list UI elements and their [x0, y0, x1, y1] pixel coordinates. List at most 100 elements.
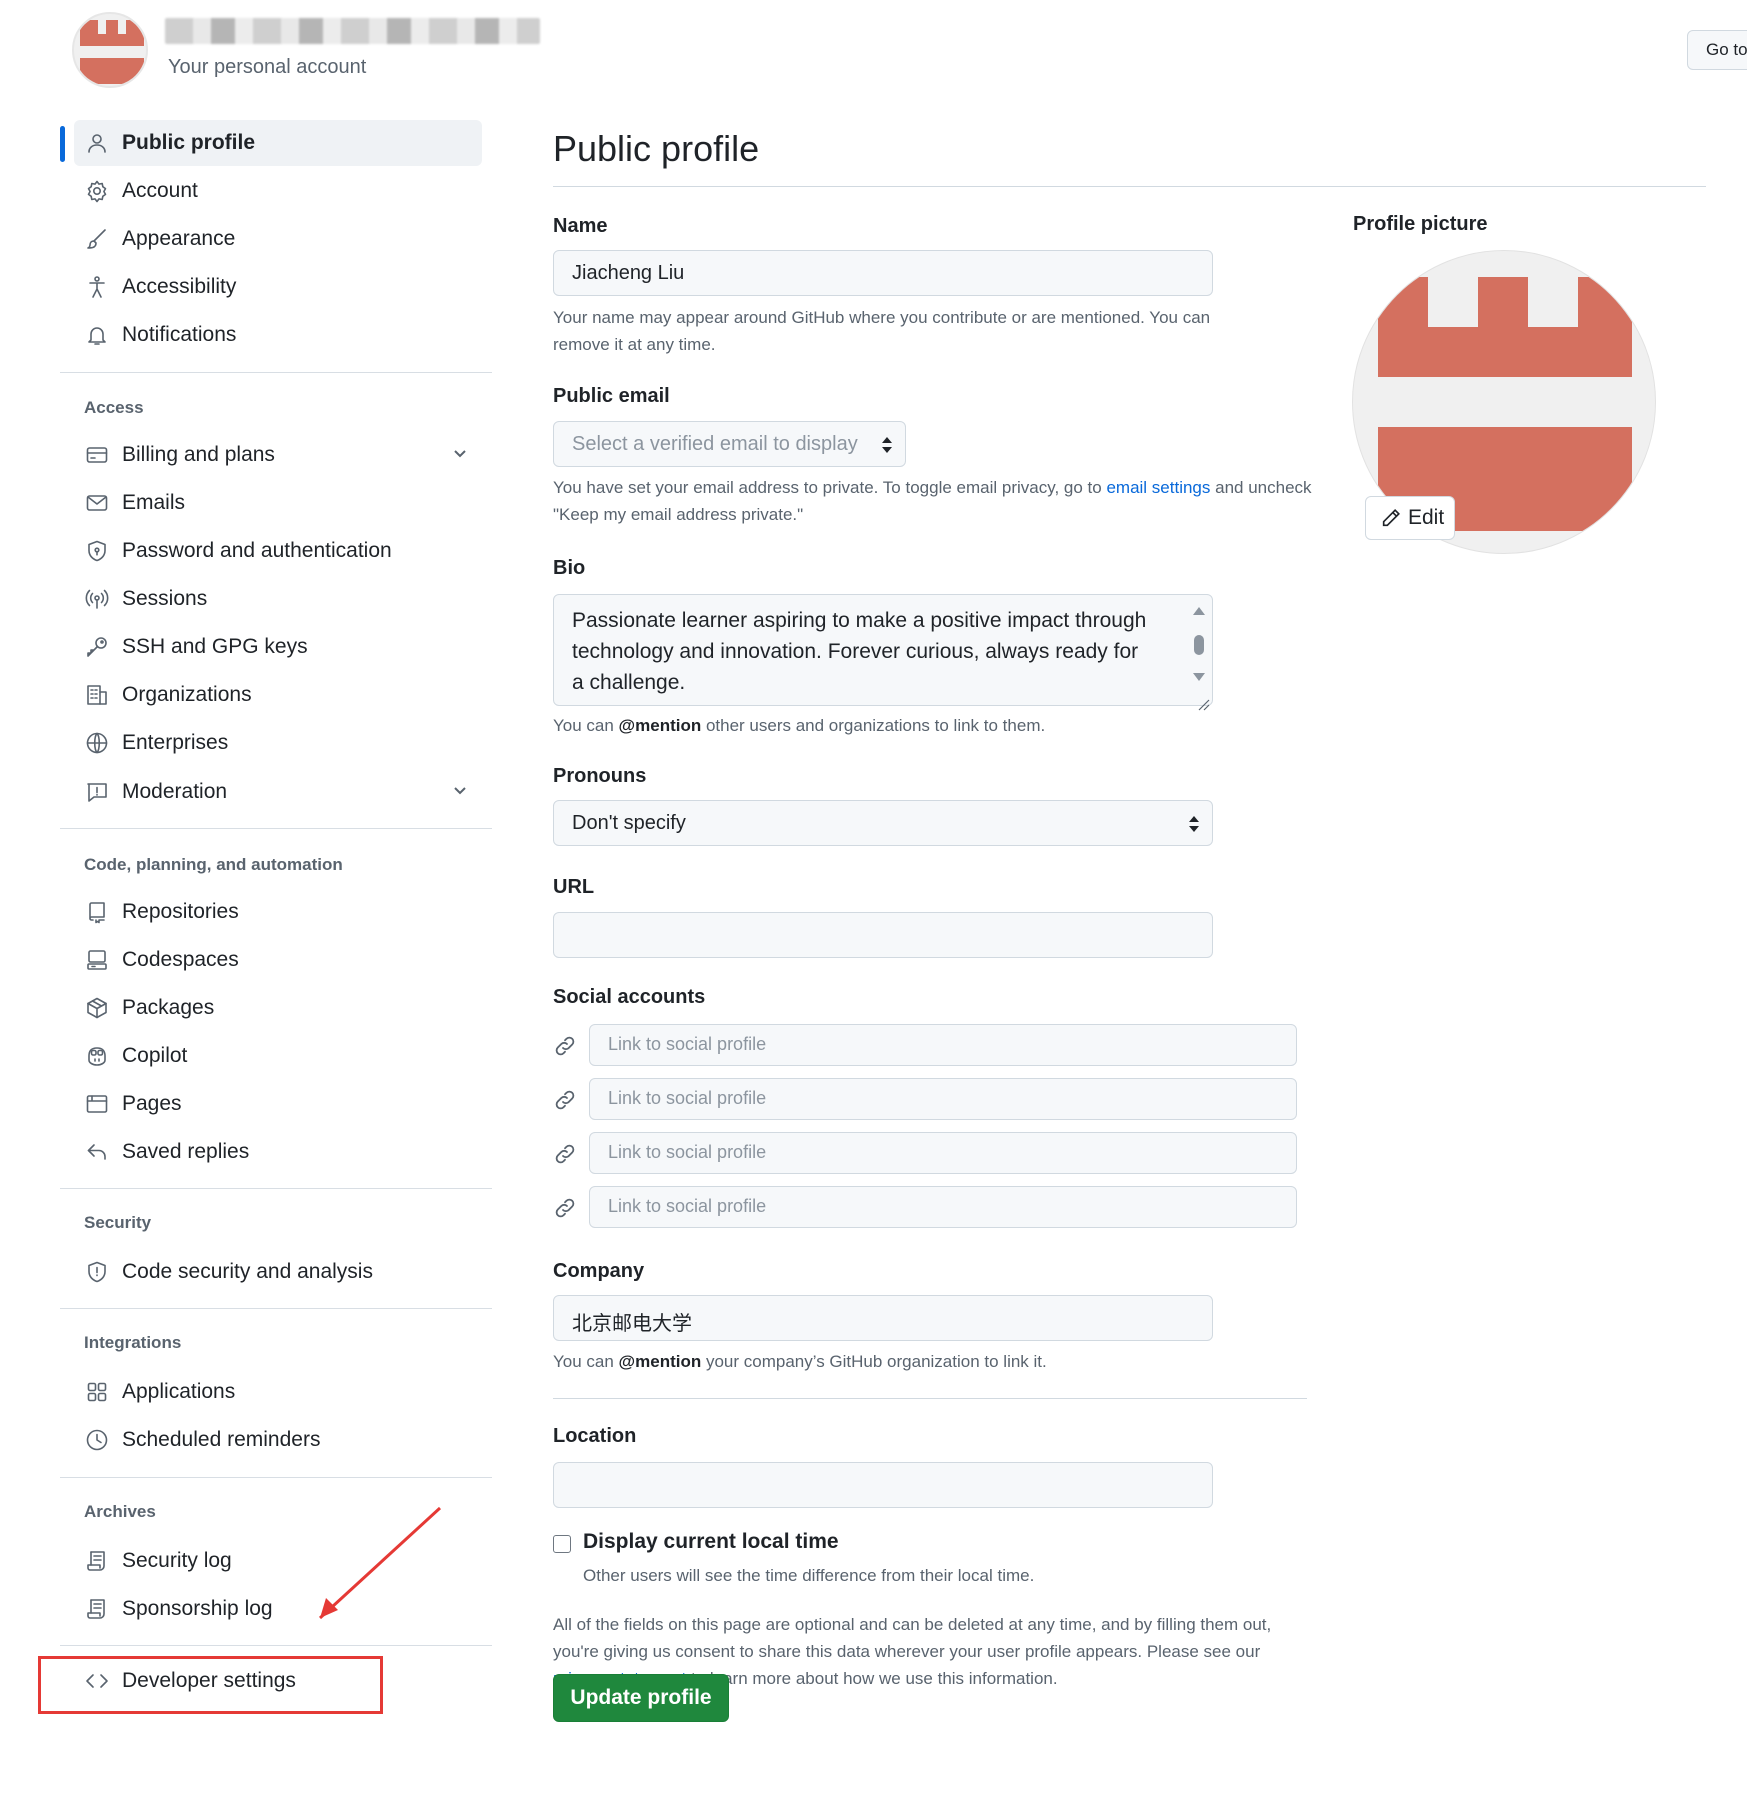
social-account-row: Link to social profile	[553, 1078, 1297, 1120]
local-time-label[interactable]: Display current local time	[583, 1530, 839, 1554]
sidebar-item-billing[interactable]: Billing and plans	[74, 432, 482, 478]
sidebar-item-codespaces[interactable]: Codespaces	[74, 937, 482, 983]
local-time-checkbox[interactable]	[553, 1535, 571, 1553]
scrollbar[interactable]	[1192, 605, 1206, 685]
highlight-box	[38, 1656, 383, 1714]
broadcast-icon	[84, 586, 110, 612]
social-profile-input[interactable]: Link to social profile	[589, 1078, 1297, 1120]
identicon-icon	[80, 20, 144, 84]
sidebar-item-password[interactable]: Password and authentication	[74, 528, 482, 574]
sidebar-item-label: Packages	[122, 996, 215, 1019]
url-field[interactable]	[553, 912, 1213, 958]
key-icon	[84, 634, 110, 660]
company-label: Company	[553, 1260, 645, 1282]
sidebar-item-pages[interactable]: Pages	[74, 1081, 482, 1127]
report-icon	[84, 779, 110, 805]
paintbrush-icon	[84, 226, 110, 252]
link-icon	[553, 1088, 577, 1112]
shield-icon	[84, 1259, 110, 1285]
sidebar-item-public-profile[interactable]: Public profile	[74, 120, 482, 166]
sidebar-item-label: Public profile	[122, 131, 256, 154]
mail-icon	[84, 490, 110, 516]
sidebar-item-accessibility[interactable]: Accessibility	[74, 264, 482, 310]
bio-textarea[interactable]: Passionate learner aspiring to make a po…	[553, 594, 1213, 711]
name-label: Name	[553, 215, 608, 237]
sidebar-item-notifications[interactable]: Notifications	[74, 312, 482, 358]
clock-icon	[84, 1427, 110, 1453]
globe-icon	[84, 730, 110, 756]
log-icon	[84, 1596, 110, 1622]
social-account-row: Link to social profile	[553, 1024, 1297, 1066]
active-indicator	[60, 126, 65, 162]
name-field[interactable]: Jiacheng Liu	[553, 250, 1213, 296]
sidebar-item-applications[interactable]: Applications	[74, 1369, 482, 1415]
sidebar-divider	[60, 1645, 492, 1646]
package-icon	[84, 995, 110, 1021]
title-divider	[553, 186, 1706, 187]
resize-handle-icon[interactable]	[1196, 689, 1210, 711]
sidebar-item-label: SSH and GPG keys	[122, 635, 308, 658]
username-redacted	[165, 18, 540, 44]
sidebar-item-label: Code security and analysis	[122, 1260, 373, 1283]
sidebar-item-scheduled-reminders[interactable]: Scheduled reminders	[74, 1417, 482, 1463]
edit-avatar-button[interactable]: Edit	[1365, 496, 1455, 540]
user-avatar[interactable]	[72, 12, 148, 88]
repo-icon	[84, 899, 110, 925]
sidebar-item-label: Organizations	[122, 683, 252, 706]
update-profile-button[interactable]: Update profile	[553, 1674, 729, 1722]
sidebar-item-moderation[interactable]: Moderation	[74, 769, 482, 815]
name-hint: Your name may appear around GitHub where…	[553, 308, 1211, 354]
edit-label: Edit	[1408, 506, 1445, 529]
social-profile-input[interactable]: Link to social profile	[589, 1024, 1297, 1066]
sidebar-item-packages[interactable]: Packages	[74, 985, 482, 1031]
social-profile-input[interactable]: Link to social profile	[589, 1186, 1297, 1228]
pronouns-select[interactable]: Don't specify	[553, 800, 1213, 846]
copilot-icon	[84, 1043, 110, 1069]
link-icon	[553, 1034, 577, 1058]
public-email-select[interactable]: Select a verified email to display	[553, 421, 906, 467]
select-arrows-icon	[1188, 815, 1200, 833]
pencil-icon	[1382, 509, 1400, 527]
sidebar-divider	[60, 828, 492, 829]
sidebar-heading-archives: Archives	[84, 1502, 156, 1521]
sidebar-item-appearance[interactable]: Appearance	[74, 216, 482, 262]
sidebar-item-copilot[interactable]: Copilot	[74, 1033, 482, 1079]
sidebar-heading-integrations: Integrations	[84, 1333, 182, 1352]
accessibility-icon	[84, 274, 110, 300]
sidebar-item-account[interactable]: Account	[74, 168, 482, 214]
credit-card-icon	[84, 442, 110, 468]
sidebar-heading-access: Access	[84, 398, 144, 417]
chevron-down-icon[interactable]	[450, 781, 470, 807]
sidebar-divider	[60, 1477, 492, 1478]
company-field[interactable]: 北京邮电大学	[553, 1295, 1213, 1341]
sidebar-item-enterprises[interactable]: Enterprises	[74, 720, 482, 766]
log-icon	[84, 1548, 110, 1574]
sidebar-item-emails[interactable]: Emails	[74, 480, 482, 526]
sidebar-item-saved-replies[interactable]: Saved replies	[74, 1129, 482, 1175]
sidebar-item-code-security[interactable]: Code security and analysis	[74, 1249, 482, 1295]
social-profile-input[interactable]: Link to social profile	[589, 1132, 1297, 1174]
bio-label: Bio	[553, 557, 586, 579]
select-arrows-icon	[881, 436, 893, 454]
sidebar-item-sessions[interactable]: Sessions	[74, 576, 482, 622]
sidebar-item-repositories[interactable]: Repositories	[74, 889, 482, 935]
pronouns-label: Pronouns	[553, 765, 647, 787]
sidebar-item-ssh-gpg[interactable]: SSH and GPG keys	[74, 624, 482, 670]
location-label: Location	[553, 1425, 637, 1447]
location-field[interactable]	[553, 1462, 1213, 1508]
sidebar-item-label: Pages	[122, 1092, 182, 1115]
link-icon	[553, 1142, 577, 1166]
email-settings-link[interactable]: email settings	[1106, 478, 1210, 497]
page-title: Public profile	[553, 128, 760, 169]
sidebar-item-label: Password and authentication	[122, 539, 392, 562]
pronouns-value: Don't specify	[572, 812, 686, 834]
chevron-down-icon[interactable]	[450, 444, 470, 470]
sidebar-divider	[60, 1188, 492, 1189]
public-email-value: Select a verified email to display	[572, 433, 858, 455]
go-to-profile-button[interactable]: Go to	[1687, 30, 1747, 70]
sidebar-item-label: Notifications	[122, 323, 237, 346]
apps-icon	[84, 1379, 110, 1405]
sidebar-item-label: Billing and plans	[122, 443, 275, 466]
sidebar-item-label: Enterprises	[122, 731, 229, 754]
sidebar-item-organizations[interactable]: Organizations	[74, 672, 482, 718]
